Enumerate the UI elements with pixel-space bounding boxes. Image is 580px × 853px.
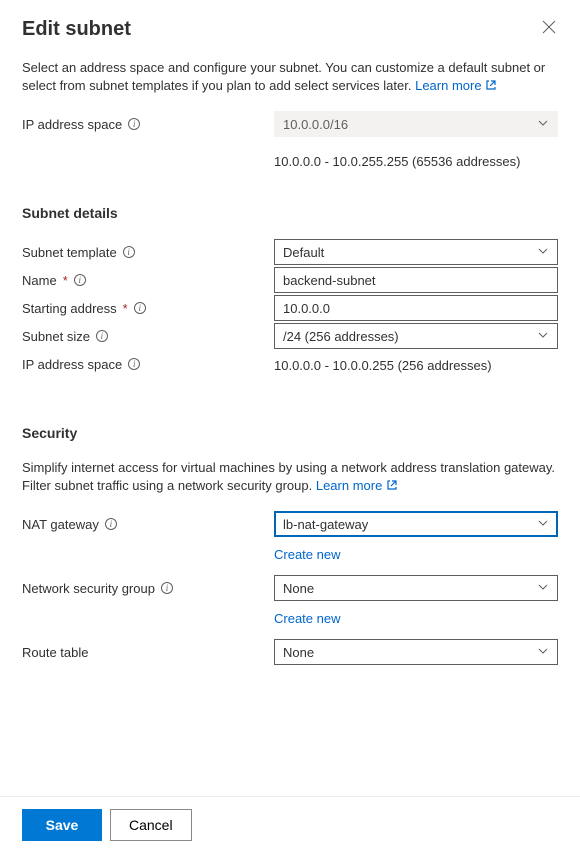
- required-asterisk: *: [123, 301, 128, 316]
- cancel-button[interactable]: Cancel: [110, 809, 192, 841]
- security-body: Simplify internet access for virtual mac…: [22, 460, 555, 493]
- ip-space-helper: 10.0.0.0 - 10.0.255.255 (65536 addresses…: [274, 154, 558, 169]
- info-icon[interactable]: i: [134, 302, 146, 314]
- required-asterisk: *: [63, 273, 68, 288]
- chevron-down-icon: [537, 583, 549, 594]
- nsg-label: Network security group: [22, 581, 155, 596]
- security-learn-more-link[interactable]: Learn more: [316, 478, 398, 493]
- starting-address-value: 10.0.0.0: [283, 301, 330, 316]
- chevron-down-icon: [537, 519, 549, 530]
- subnet-size-value: /24 (256 addresses): [283, 329, 399, 344]
- security-desc: Simplify internet access for virtual mac…: [22, 459, 558, 495]
- ip-space-value: 10.0.0.0/16: [283, 117, 348, 132]
- nsg-value: None: [283, 581, 314, 596]
- info-icon[interactable]: i: [123, 246, 135, 258]
- nsg-create-new-link[interactable]: Create new: [274, 611, 340, 626]
- info-icon[interactable]: i: [105, 518, 117, 530]
- subnet-template-label: Subnet template: [22, 245, 117, 260]
- chevron-down-icon: [537, 331, 549, 342]
- intro-text: Select an address space and configure yo…: [22, 59, 558, 95]
- info-icon[interactable]: i: [128, 118, 140, 130]
- info-icon[interactable]: i: [74, 274, 86, 286]
- info-icon[interactable]: i: [161, 582, 173, 594]
- name-label: Name: [22, 273, 57, 288]
- name-value: backend-subnet: [283, 273, 376, 288]
- nsg-select[interactable]: None: [274, 575, 558, 601]
- chevron-down-icon: [537, 119, 549, 130]
- starting-address-input[interactable]: 10.0.0.0: [274, 295, 558, 321]
- subnet-details-heading: Subnet details: [22, 205, 558, 221]
- nat-gateway-value: lb-nat-gateway: [283, 517, 368, 532]
- route-table-label: Route table: [22, 645, 89, 660]
- info-icon[interactable]: i: [128, 358, 140, 370]
- nat-gateway-select[interactable]: lb-nat-gateway: [274, 511, 558, 537]
- security-heading: Security: [22, 425, 558, 441]
- nat-gateway-label: NAT gateway: [22, 517, 99, 532]
- subnet-size-label: Subnet size: [22, 329, 90, 344]
- starting-address-label: Starting address: [22, 301, 117, 316]
- subnet-template-value: Default: [283, 245, 324, 260]
- route-table-select[interactable]: None: [274, 639, 558, 665]
- nat-create-new-link[interactable]: Create new: [274, 547, 340, 562]
- subnet-template-select[interactable]: Default: [274, 239, 558, 265]
- subnet-size-select[interactable]: /24 (256 addresses): [274, 323, 558, 349]
- footer: Save Cancel: [0, 796, 580, 853]
- close-icon[interactable]: [540, 18, 558, 41]
- ip-space-select[interactable]: 10.0.0.0/16: [274, 111, 558, 137]
- save-button[interactable]: Save: [22, 809, 102, 841]
- info-icon[interactable]: i: [96, 330, 108, 342]
- chevron-down-icon: [537, 647, 549, 658]
- name-input[interactable]: backend-subnet: [274, 267, 558, 293]
- route-table-value: None: [283, 645, 314, 660]
- chevron-down-icon: [537, 247, 549, 258]
- ip-space-result-label: IP address space: [22, 357, 122, 372]
- external-link-icon: [386, 478, 398, 496]
- external-link-icon: [485, 78, 497, 96]
- intro-learn-more-link[interactable]: Learn more: [415, 78, 497, 93]
- ip-space-result-value: 10.0.0.0 - 10.0.0.255 (256 addresses): [274, 358, 558, 373]
- ip-space-label: IP address space: [22, 117, 122, 132]
- page-title: Edit subnet: [22, 18, 131, 41]
